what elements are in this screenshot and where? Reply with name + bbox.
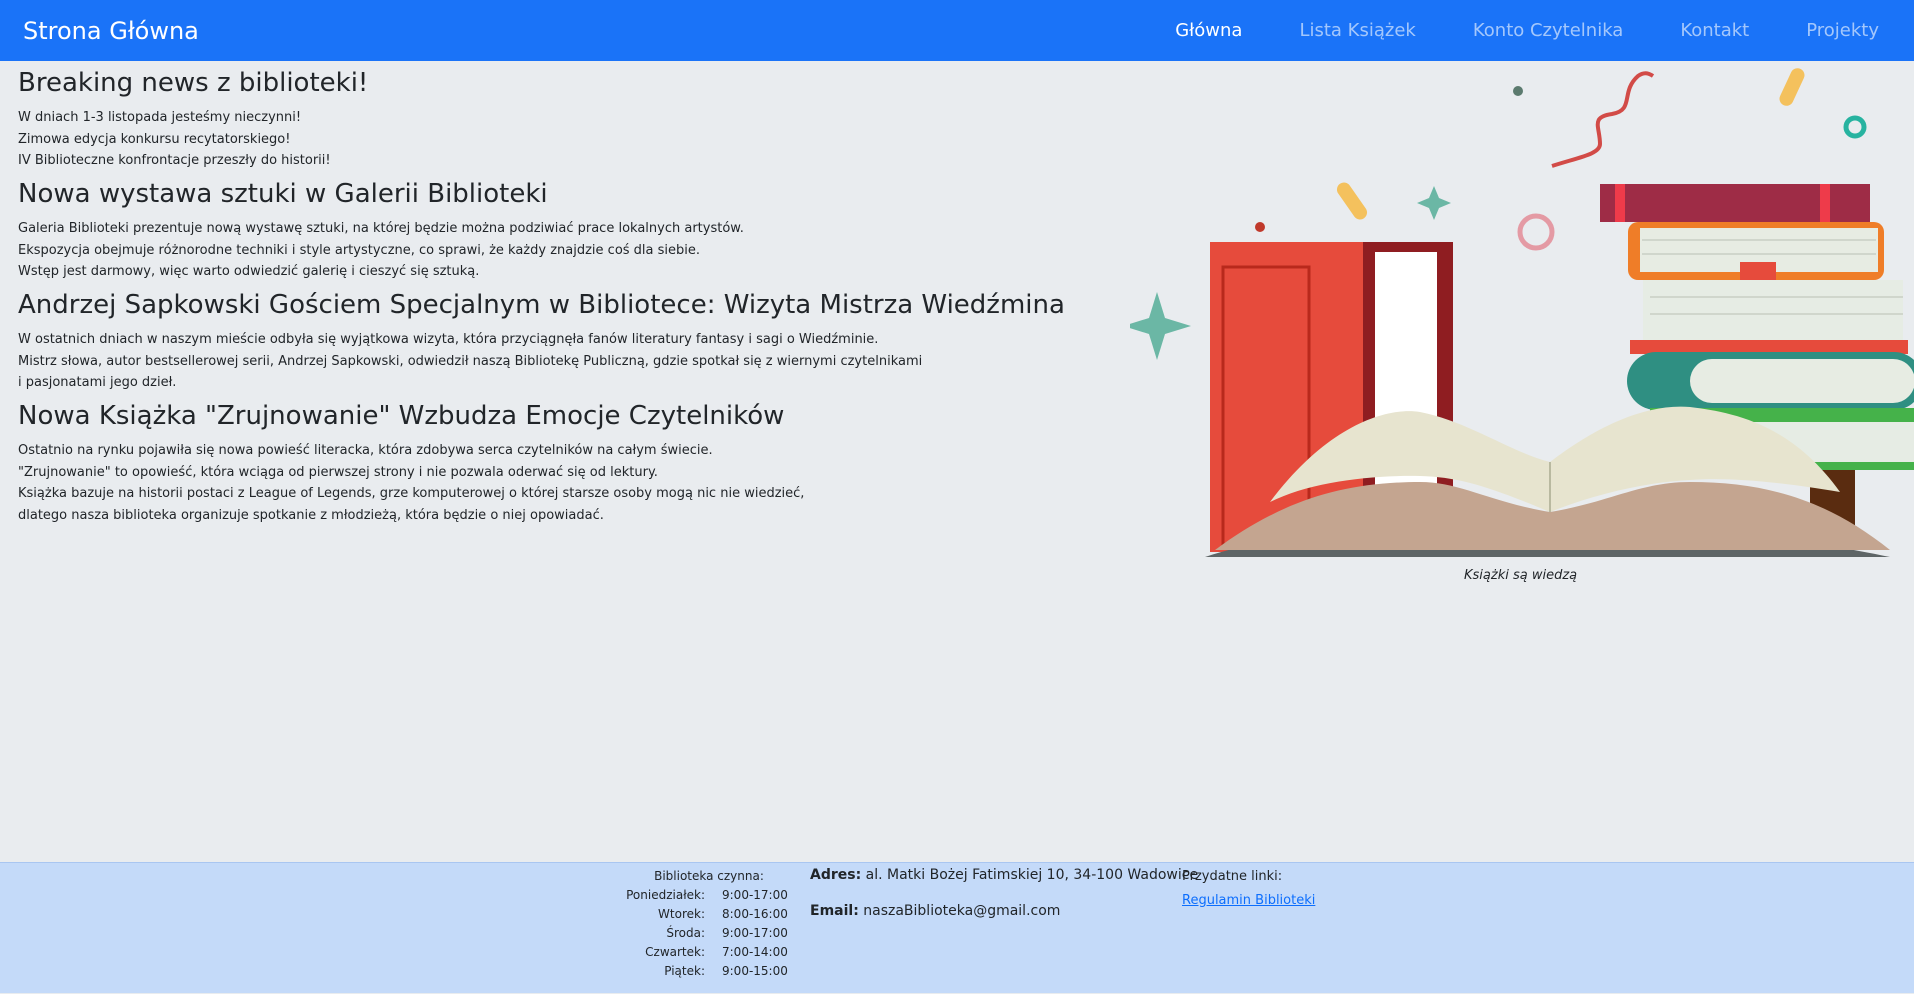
email-label: Email: [810, 903, 859, 919]
article-line: i pasjonatami jego dzieł. [18, 375, 177, 391]
article-title: Nowa wystawa sztuki w Galerii Biblioteki [18, 178, 548, 209]
hours-time: 9:00-17:00 [722, 888, 788, 902]
article-line: Zimowa edycja konkursu recytatorskiego! [18, 131, 291, 147]
news-article: Nowa wystawa sztuki w Galerii Biblioteki… [18, 179, 1018, 283]
article-line: dlatego nasza biblioteka organizuje spot… [18, 507, 604, 523]
hours-time: 7:00-14:00 [722, 945, 788, 959]
hours-day: Piątek: [664, 964, 705, 978]
hours-day: Czwartek: [645, 945, 705, 959]
useful-links-title: Przydatne linki: [1182, 869, 1283, 884]
hours-row: Środa: 9:00-17:00 [600, 924, 804, 943]
hours-row: Czwartek: 7:00-14:00 [600, 943, 804, 962]
news-article: Andrzej Sapkowski Gościem Specjalnym w B… [18, 289, 1065, 394]
article-line: W ostatnich dniach w naszym mieście odby… [18, 332, 879, 348]
news-content: Breaking news z biblioteki! W dniach 1-3… [18, 68, 1065, 533]
nav-links: Główna Lista Książek Konto Czytelnika Ko… [1175, 0, 1914, 61]
hours-day: Środa: [666, 926, 705, 940]
books-illustration-svg [1130, 68, 1914, 557]
figure-caption: Książki są wiedzą [1464, 568, 1578, 583]
hours-row: Poniedziałek: 9:00-17:00 [600, 886, 804, 905]
article-line: Galeria Biblioteki prezentuje nową wysta… [18, 221, 744, 237]
article-line: W dniach 1-3 listopada jesteśmy nieczynn… [18, 110, 302, 126]
address-label: Adres: [810, 867, 862, 883]
address-row: Adres: al. Matki Bożej Fatimskiej 10, 34… [810, 865, 1198, 886]
footer: Biblioteka czynna: Poniedziałek: 9:00-17… [0, 862, 1914, 993]
hours-row: Piątek: 9:00-15:00 [600, 962, 804, 981]
article-title: Andrzej Sapkowski Gościem Specjalnym w B… [18, 289, 1065, 320]
article-line: "Zrujnowanie" to opowieść, która wciąga … [18, 464, 658, 480]
email-value: naszaBiblioteka@gmail.com [863, 903, 1061, 919]
hours-time: 9:00-17:00 [722, 926, 788, 940]
article-title: Nowa Książka "Zrujnowanie" Wzbudza Emocj… [18, 400, 785, 431]
nav-link-projekty[interactable]: Projekty [1806, 20, 1879, 41]
opening-hours-title: Biblioteka czynna: [654, 869, 764, 883]
article-title: Breaking news z biblioteki! [18, 68, 369, 98]
email-row: Email: naszaBiblioteka@gmail.com [810, 901, 1198, 922]
brand-link[interactable]: Strona Główna [23, 17, 199, 45]
article-line: Wstęp jest darmowy, więc warto odwiedzić… [18, 264, 480, 280]
nav-link-konto-czytelnika[interactable]: Konto Czytelnika [1473, 20, 1623, 41]
contact-info: Adres: al. Matki Bożej Fatimskiej 10, 34… [810, 865, 1198, 922]
nav-link-kontakt[interactable]: Kontakt [1680, 20, 1749, 41]
news-article: Nowa Książka "Zrujnowanie" Wzbudza Emocj… [18, 401, 1018, 527]
address-value: al. Matki Bożej Fatimskiej 10, 34-100 Wa… [865, 867, 1199, 883]
article-line: Ostatnio na rynku pojawiła się nowa powi… [18, 443, 713, 459]
news-article: Breaking news z biblioteki! W dniach 1-3… [18, 68, 1018, 172]
article-line: Mistrz słowa, autor bestsellerowej serii… [18, 353, 923, 369]
hours-time: 8:00-16:00 [722, 907, 788, 921]
article-line: IV Biblioteczne konfrontacje przeszły do… [18, 153, 331, 169]
nav-link-glowna[interactable]: Główna [1175, 20, 1242, 41]
article-line: Książka bazuje na historii postaci z Lea… [18, 486, 805, 502]
hours-time: 9:00-15:00 [722, 964, 788, 978]
useful-links: Przydatne linki: Regulamin Biblioteki [1182, 869, 1315, 908]
regulamin-link[interactable]: Regulamin Biblioteki [1182, 893, 1315, 908]
opening-hours: Biblioteka czynna: Poniedziałek: 9:00-17… [600, 867, 804, 981]
books-illustration [1130, 62, 1914, 592]
hours-day: Wtorek: [658, 907, 705, 921]
hours-day: Poniedziałek: [626, 888, 705, 902]
article-line: Ekspozycja obejmuje różnorodne techniki … [18, 242, 701, 258]
nav-link-lista-ksiazek[interactable]: Lista Książek [1299, 20, 1415, 41]
navbar: Strona Główna Główna Lista Książek Konto… [0, 0, 1914, 61]
hours-row: Wtorek: 8:00-16:00 [600, 905, 804, 924]
